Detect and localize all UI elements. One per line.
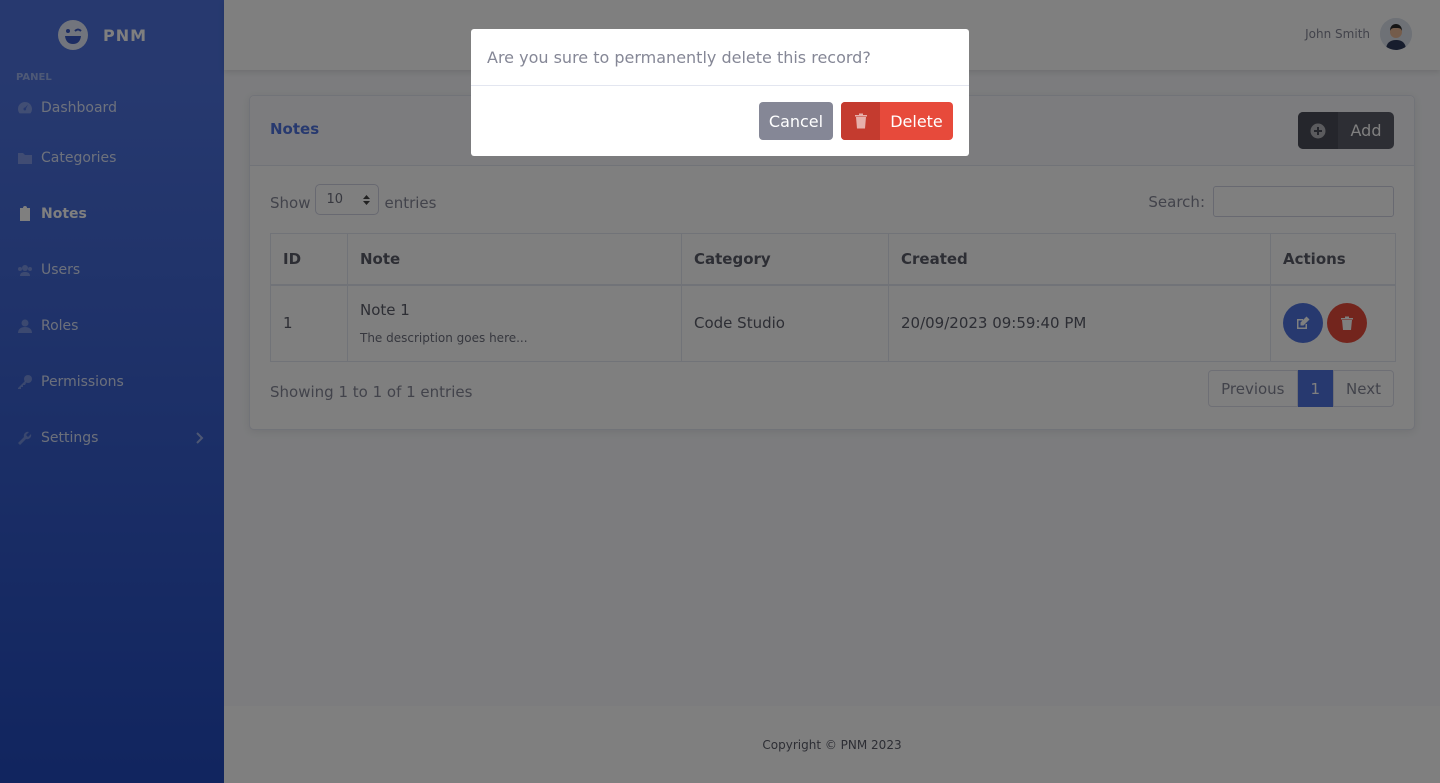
delete-confirm-modal: Are you sure to permanently delete this … (471, 29, 969, 156)
delete-button-label: Delete (890, 111, 943, 131)
modal-message: Are you sure to permanently delete this … (471, 29, 969, 86)
cancel-button[interactable]: Cancel (759, 102, 833, 140)
modal-footer: Cancel Delete (759, 102, 953, 140)
trash-icon (841, 102, 880, 140)
confirm-delete-button[interactable]: Delete (841, 102, 953, 140)
